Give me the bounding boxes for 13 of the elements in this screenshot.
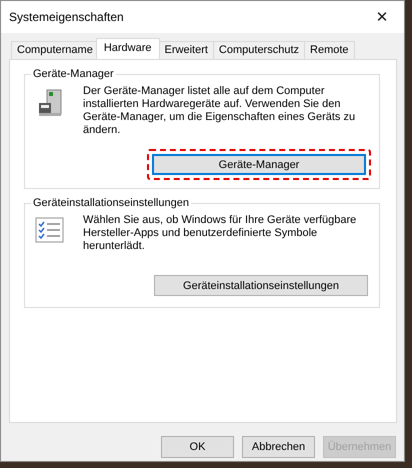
tab[interactable]: Remote: [304, 41, 355, 59]
group-title: Geräte-Manager: [31, 67, 116, 81]
group-title: Geräteinstallationseinstellungen: [31, 196, 191, 210]
description-text: Der Geräte-Manager listet alle auf dem Computer installierten Hardwaregeräte auf. Verwenden Sie den Geräte-Manager, um die Eigenschaften eines Geräts zu ändern.: [83, 85, 356, 137]
checklist-icon: [35, 216, 65, 244]
description-text: Wählen Sie aus, ob Windows für Ihre Geräte verfügbare Hersteller-Apps und benutzerdefinierte Symbole herunterlädt.: [83, 214, 358, 253]
window-title: Systemeigenschaften: [9, 10, 124, 24]
tab[interactable]: Computername: [11, 41, 99, 59]
tab[interactable]: Hardware: [96, 38, 160, 59]
dialog-button[interactable]: Geräteinstallationseinstellungen: [154, 275, 368, 296]
dialog-button[interactable]: OK: [161, 436, 234, 458]
dialog-button[interactable]: Geräte-Manager: [152, 154, 366, 175]
dialog-button[interactable]: Abbrechen: [242, 436, 315, 458]
